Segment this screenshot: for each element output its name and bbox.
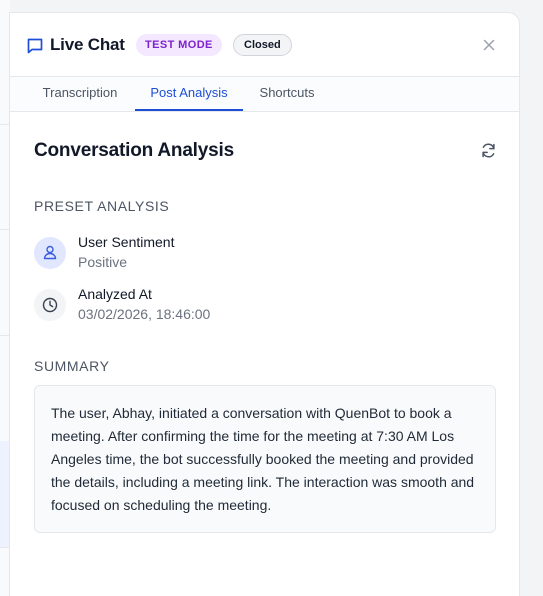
user-icon bbox=[34, 237, 66, 269]
sentiment-value: Positive bbox=[78, 254, 128, 270]
tab-transcription[interactable]: Transcription bbox=[27, 77, 133, 111]
test-mode-badge: TEST MODE bbox=[136, 34, 222, 56]
chat-bubble-icon bbox=[26, 37, 44, 55]
analyzed-at-label: Analyzed At bbox=[78, 286, 152, 302]
panel-title: Live Chat bbox=[50, 35, 125, 54]
tab-shortcuts[interactable]: Shortcuts bbox=[247, 77, 327, 111]
analyzed-at-value: 03/02/2026, 18:46:00 bbox=[78, 306, 211, 322]
analysis-item-sentiment: User Sentiment Positive bbox=[34, 234, 484, 274]
clock-icon bbox=[34, 289, 66, 321]
section-title: Conversation Analysis bbox=[34, 140, 234, 161]
page: Live Chat TEST MODE Closed Transcription… bbox=[0, 0, 543, 596]
tab-bar: Transcription Post Analysis Shortcuts bbox=[10, 77, 519, 112]
tab-post-analysis[interactable]: Post Analysis bbox=[135, 77, 243, 111]
close-icon[interactable] bbox=[480, 36, 498, 54]
summary-heading: SUMMARY bbox=[34, 358, 110, 374]
refresh-icon[interactable] bbox=[480, 142, 497, 159]
status-badge: Closed bbox=[233, 34, 292, 56]
analysis-item-analyzed-at: Analyzed At 03/02/2026, 18:46:00 bbox=[34, 286, 484, 326]
preset-analysis-heading: PRESET ANALYSIS bbox=[34, 198, 170, 214]
live-chat-panel: Live Chat TEST MODE Closed Transcription… bbox=[9, 12, 520, 596]
panel-header: Live Chat TEST MODE Closed bbox=[10, 13, 519, 77]
summary-box: The user, Abhay, initiated a conversatio… bbox=[34, 385, 496, 533]
sentiment-label: User Sentiment bbox=[78, 234, 175, 250]
